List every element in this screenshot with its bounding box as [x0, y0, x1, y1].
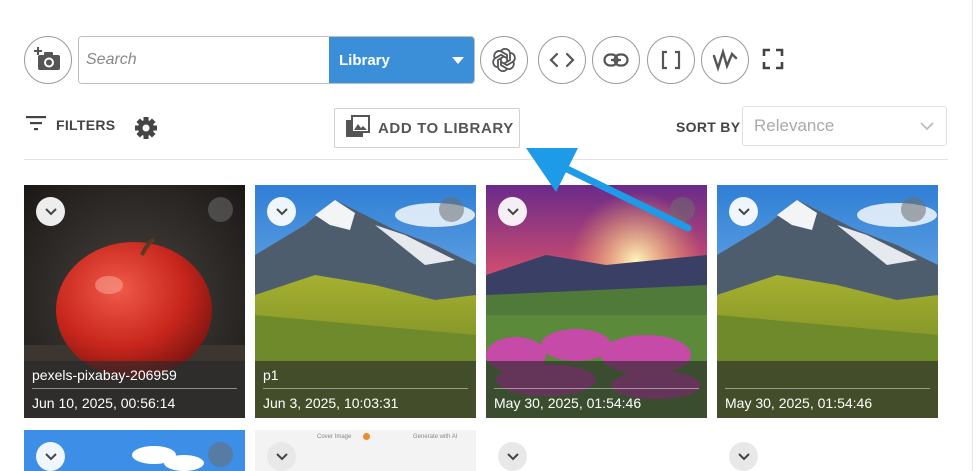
link-icon — [603, 53, 629, 67]
card-date: May 30, 2025, 01:54:46 — [494, 395, 642, 411]
card-caption: p1 Jun 3, 2025, 10:03:31 — [255, 361, 476, 418]
media-card[interactable] — [24, 430, 245, 471]
panel-border — [972, 0, 973, 471]
settings-button[interactable] — [134, 116, 158, 145]
card-date: Jun 3, 2025, 10:03:31 — [263, 395, 399, 411]
card-date: May 30, 2025, 01:54:46 — [725, 395, 873, 411]
chevron-down-icon — [44, 203, 57, 221]
chevron-down-icon — [275, 203, 288, 221]
chevron-down-icon — [275, 448, 288, 466]
card-title — [725, 367, 930, 389]
url-button[interactable] — [592, 36, 640, 84]
brackets-icon — [661, 50, 681, 70]
add-photo-icon — [33, 47, 63, 73]
chevron-down-icon — [737, 448, 750, 466]
search-input[interactable] — [79, 37, 329, 83]
card-caption: pexels-pixabay-206959 Jun 10, 2025, 00:5… — [24, 361, 245, 418]
card-menu-button[interactable] — [36, 442, 65, 471]
source-select[interactable]: Library — [329, 37, 474, 83]
media-card[interactable]: May 30, 2025, 01:54:46 — [717, 185, 938, 418]
card-date: Jun 10, 2025, 00:56:14 — [32, 395, 176, 411]
media-card[interactable] — [717, 430, 938, 471]
filters-button[interactable]: FILTERS — [26, 115, 115, 134]
media-card[interactable]: Cover Image Generate with AI — [255, 430, 476, 471]
card-menu-button[interactable] — [267, 442, 296, 471]
card-title: pexels-pixabay-206959 — [32, 367, 237, 389]
media-card[interactable]: p1 Jun 3, 2025, 10:03:31 — [255, 185, 476, 418]
media-library-panel: Library — [0, 0, 980, 471]
chevron-down-icon — [920, 116, 934, 136]
gear-icon — [134, 117, 158, 144]
media-card[interactable] — [486, 430, 707, 471]
card-menu-button[interactable] — [498, 442, 527, 471]
card-caption: May 30, 2025, 01:54:46 — [717, 361, 938, 418]
shortcode-button[interactable] — [647, 36, 695, 84]
chevron-down-icon — [737, 203, 750, 221]
image-library-icon — [346, 115, 370, 141]
media-card[interactable]: pexels-pixabay-206959 Jun 10, 2025, 00:5… — [24, 185, 245, 418]
chevron-down-icon — [506, 203, 519, 221]
fullscreen-icon — [762, 48, 784, 74]
wave-icon — [712, 48, 738, 72]
search-bar: Library — [78, 36, 475, 84]
caret-down-icon — [452, 56, 464, 64]
select-checkbox[interactable] — [208, 442, 233, 467]
sort-by-label: SORT BY — [676, 119, 741, 135]
select-checkbox[interactable] — [439, 197, 464, 222]
select-checkbox[interactable] — [901, 197, 926, 222]
pointer-arrow — [526, 148, 692, 232]
add-to-library-button[interactable]: ADD TO LIBRARY — [334, 108, 520, 148]
chevron-down-icon — [44, 448, 57, 466]
openai-icon — [490, 46, 518, 74]
card-title: p1 — [263, 367, 468, 389]
dot-icon — [363, 433, 370, 440]
card-menu-button[interactable] — [729, 442, 758, 471]
embed-code-button[interactable] — [538, 36, 586, 84]
card-menu-button[interactable] — [36, 197, 65, 226]
code-icon — [549, 52, 575, 68]
fullscreen-button[interactable] — [762, 48, 784, 70]
chevron-down-icon — [506, 448, 519, 466]
sort-select[interactable]: Relevance — [742, 106, 947, 146]
sort-select-value: Relevance — [754, 116, 835, 135]
card-caption: May 30, 2025, 01:54:46 — [486, 361, 707, 418]
card-menu-button[interactable] — [729, 197, 758, 226]
cover-image-text: Cover Image — [317, 434, 352, 440]
generate-with-ai-text: Generate with AI — [413, 434, 458, 440]
openai-button[interactable] — [480, 36, 528, 84]
card-menu-button[interactable] — [267, 197, 296, 226]
divider — [24, 159, 948, 160]
add-photo-button[interactable] — [24, 36, 72, 84]
source-select-value: Library — [339, 51, 390, 69]
card-title — [494, 367, 699, 389]
wave-service-button[interactable] — [701, 36, 749, 84]
filter-icon — [26, 115, 46, 134]
select-checkbox[interactable] — [208, 197, 233, 222]
add-to-library-label: ADD TO LIBRARY — [378, 119, 514, 137]
filters-label: FILTERS — [56, 116, 116, 133]
